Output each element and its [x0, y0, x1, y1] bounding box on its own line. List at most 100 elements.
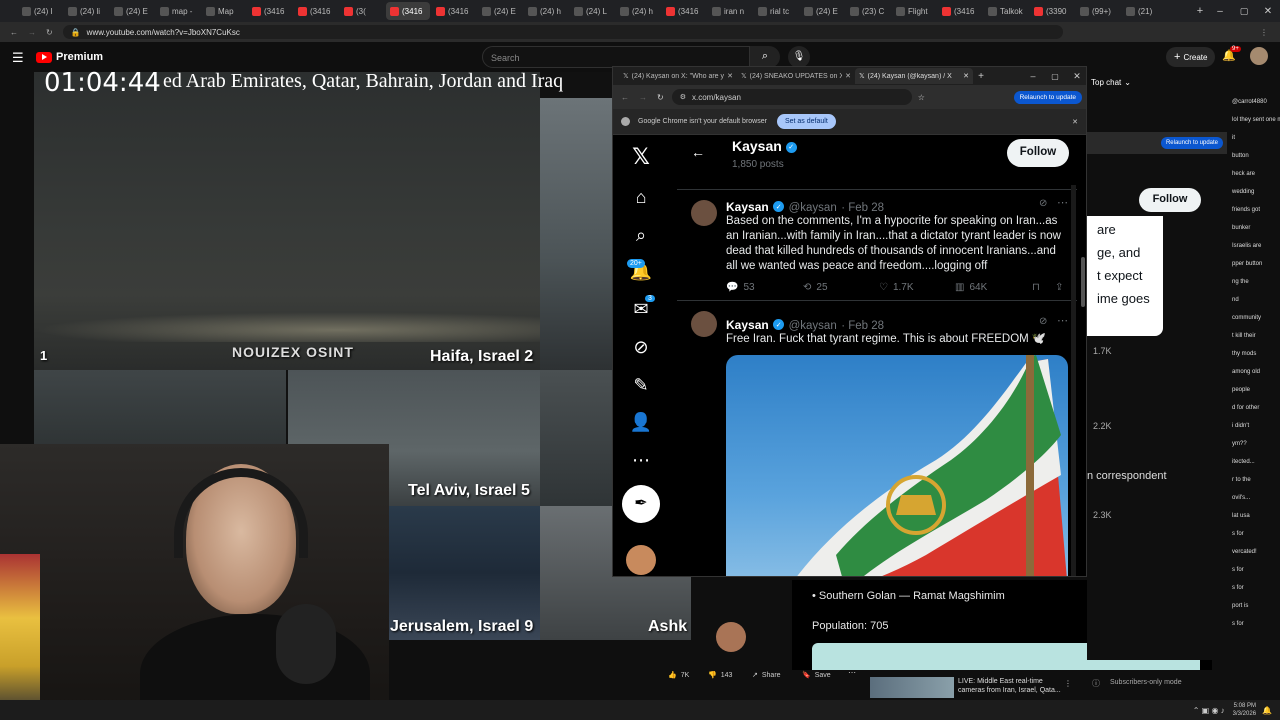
browser-tab[interactable]: (3416	[294, 2, 338, 20]
next-video-thumbnail[interactable]	[870, 677, 954, 698]
tweet-2[interactable]: Kaysan ✓ @kaysan · Feb 28 ⊘ ⋯ Free Iran.…	[677, 301, 1077, 576]
profile-icon[interactable]: 👤	[629, 410, 653, 434]
browser-tab[interactable]: (24) L	[570, 2, 614, 20]
browser-tab[interactable]: rial tc	[754, 2, 798, 20]
like-tweet-button[interactable]: ♡ 1.7K	[879, 282, 914, 293]
inner-close-icon[interactable]: ✕	[1066, 71, 1086, 82]
browser-tab[interactable]: (3416	[662, 2, 706, 20]
browser-tab[interactable]: Talkok	[984, 2, 1028, 20]
close-window-icon[interactable]: ✕	[1256, 6, 1280, 17]
bookmark-tweet-button[interactable]: ⊓	[1032, 282, 1040, 293]
maximize-icon[interactable]: ▢	[1232, 6, 1256, 17]
back-arrow-icon[interactable]: ←	[691, 144, 705, 160]
search-button[interactable]: ⌕	[750, 46, 780, 68]
extensions-icon[interactable]: ⋮	[1260, 28, 1268, 37]
relaunch-button-behind[interactable]: Relaunch to update	[1160, 137, 1223, 149]
inner-minimize-icon[interactable]: –	[1022, 71, 1044, 81]
bookmark-star-icon[interactable]: ☆	[918, 93, 925, 102]
tweet-more-icon[interactable]: ⋯	[1057, 196, 1068, 209]
like-button[interactable]: 👍 7K	[668, 668, 689, 682]
save-button[interactable]: 🔖 Save	[802, 668, 831, 682]
grok-tweet-icon[interactable]: ⊘	[1039, 198, 1047, 209]
minimize-icon[interactable]: –	[1208, 6, 1232, 17]
tweet-date[interactable]: · Feb 28	[841, 202, 884, 214]
inner-new-tab-button[interactable]: +	[973, 71, 989, 82]
set-default-button[interactable]: Set as default	[776, 114, 836, 129]
tweet-avatar[interactable]	[691, 311, 717, 337]
views-button[interactable]: ▥ 64K	[955, 282, 987, 293]
tweet-handle[interactable]: @kaysan	[789, 320, 837, 332]
browser-tab[interactable]: map -	[156, 2, 200, 20]
browser-tab[interactable]: Map	[202, 2, 246, 20]
browser-tab[interactable]: (24) h	[616, 2, 660, 20]
forward-icon[interactable]: →	[28, 28, 36, 37]
reload-icon[interactable]: ↻	[46, 28, 53, 37]
tweet-avatar[interactable]	[691, 200, 717, 226]
browser-tab[interactable]: (24) E	[478, 2, 522, 20]
more-icon[interactable]: ⋯	[629, 448, 653, 472]
next-video-title[interactable]: LIVE: Middle East real-time cameras from…	[958, 677, 1062, 695]
follow-button[interactable]: Follow	[1007, 139, 1069, 167]
grok-tweet-icon[interactable]: ⊘	[1039, 316, 1047, 327]
outer-scrollbar-thumb[interactable]	[1081, 257, 1085, 307]
inner-back-icon[interactable]: ←	[621, 93, 629, 102]
tweet-date[interactable]: · Feb 28	[841, 320, 884, 332]
tweet-1[interactable]: Kaysan ✓ @kaysan · Feb 28 ⊘ ⋯ Based on t…	[677, 189, 1077, 301]
reply-button[interactable]: 💬 53	[726, 282, 755, 293]
infobar-close-icon[interactable]: ✕	[1072, 118, 1078, 126]
tweet-author[interactable]: Kaysan	[726, 318, 769, 332]
scrollbar[interactable]	[1071, 185, 1076, 576]
create-button[interactable]: + Create	[1166, 47, 1216, 67]
top-chat-dropdown[interactable]: Top chat ⌄	[1091, 78, 1131, 87]
back-icon[interactable]: ←	[10, 28, 18, 37]
tab-close-icon[interactable]: ✕	[727, 72, 733, 80]
browser-tab[interactable]: (3390	[1030, 2, 1074, 20]
browser-tab[interactable]: (24) E	[800, 2, 844, 20]
inner-forward-icon[interactable]: →	[639, 93, 647, 102]
browser-tab[interactable]: (24) I	[18, 2, 62, 20]
youtube-logo[interactable]: Premium	[36, 51, 103, 63]
more-actions-icon[interactable]: ⋯	[848, 668, 856, 677]
inner-maximize-icon[interactable]: ▢	[1044, 72, 1066, 81]
tweet-image-flag[interactable]	[726, 355, 1068, 576]
share-tweet-button[interactable]: ⇪	[1055, 282, 1063, 293]
browser-tab[interactable]: (3(	[340, 2, 384, 20]
channel-avatar[interactable]	[716, 622, 746, 652]
browser-tab[interactable]: (21)	[1122, 2, 1166, 20]
search-icon[interactable]: ⌕	[629, 223, 653, 247]
browser-tab[interactable]: (3416	[386, 2, 430, 20]
url-field[interactable]: 🔒 www.youtube.com/watch?v=JboXN7CuKsc	[62, 25, 1063, 39]
home-icon[interactable]: ⌂	[629, 185, 653, 209]
dislike-button[interactable]: 👎 143	[708, 668, 732, 682]
browser-tab[interactable]: (99+)	[1076, 2, 1120, 20]
browser-tab[interactable]: (3416	[938, 2, 982, 20]
account-avatar[interactable]	[626, 545, 656, 575]
grok-icon[interactable]: ⊘	[629, 335, 653, 359]
share-button[interactable]: ↗ Share	[752, 668, 781, 682]
compose-list-icon[interactable]: ✎	[629, 373, 653, 397]
inner-url-field[interactable]: ⚙ x.com/kaysan	[671, 89, 912, 105]
inner-browser-tab[interactable]: 𝕏 (24) Kaysan (@kaysan) / X ✕	[855, 68, 973, 84]
inner-browser-tab[interactable]: 𝕏 (24) SNEAKO UPDATES on X: " ✕	[737, 68, 855, 84]
repost-button[interactable]: ⟲ 25	[803, 282, 828, 293]
x-logo-icon[interactable]: 𝕏	[629, 144, 653, 169]
tweet-author[interactable]: Kaysan	[726, 200, 769, 214]
behind-follow-button[interactable]: Follow	[1139, 188, 1201, 212]
relaunch-button[interactable]: Relaunch to update	[1013, 90, 1082, 104]
tweet-handle[interactable]: @kaysan	[789, 202, 837, 214]
next-video-menu-icon[interactable]: ⋮	[1064, 679, 1072, 688]
mic-icon[interactable]: 🎙	[788, 46, 810, 68]
browser-tab[interactable]: (3416	[432, 2, 476, 20]
browser-tab[interactable]: (3416	[248, 2, 292, 20]
inner-browser-tab[interactable]: 𝕏 (24) Kaysan on X: "Who are you ✕	[619, 68, 737, 84]
inner-reload-icon[interactable]: ↻	[657, 93, 664, 102]
browser-tab[interactable]: (24) li	[64, 2, 108, 20]
tweet-more-icon[interactable]: ⋯	[1057, 314, 1068, 327]
browser-tab[interactable]: (23) C	[846, 2, 890, 20]
tab-close-icon[interactable]: ✕	[845, 72, 851, 80]
post-compose-button[interactable]: ✒	[622, 485, 660, 523]
tab-close-icon[interactable]: ✕	[963, 72, 969, 80]
search-input[interactable]: Search	[482, 46, 750, 68]
browser-tab[interactable]: (24) h	[524, 2, 568, 20]
notification-center-icon[interactable]: 🔔	[1262, 706, 1272, 715]
